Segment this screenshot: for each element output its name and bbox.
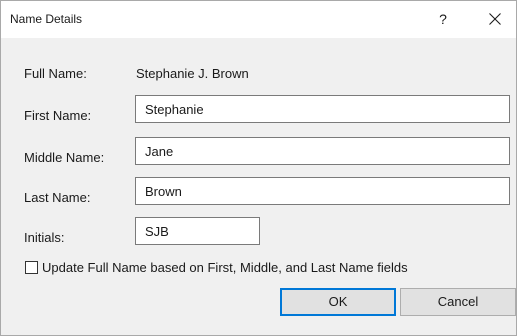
close-icon <box>489 13 501 25</box>
first-name-field[interactable] <box>135 95 510 123</box>
initials-label: Initials: <box>24 230 65 245</box>
initials-field[interactable] <box>135 217 260 245</box>
last-name-field[interactable] <box>135 177 510 205</box>
title-bar: Name Details ? <box>1 1 516 38</box>
first-name-label: First Name: <box>24 108 92 123</box>
dialog-title: Name Details <box>10 12 83 26</box>
last-name-label: Last Name: <box>24 190 91 205</box>
full-name-label: Full Name: <box>24 66 87 81</box>
update-full-name-label[interactable]: Update Full Name based on First, Middle,… <box>42 260 408 275</box>
middle-name-label: Middle Name: <box>24 150 105 165</box>
close-button[interactable] <box>475 5 515 33</box>
update-full-name-checkbox[interactable] <box>25 261 38 274</box>
middle-name-field[interactable] <box>135 137 510 165</box>
name-details-dialog: Name Details ? Full Name: Stephanie J. B… <box>0 0 517 336</box>
ok-button[interactable]: OK <box>280 288 396 316</box>
help-button[interactable]: ? <box>432 8 454 30</box>
cancel-button[interactable]: Cancel <box>400 288 516 316</box>
full-name-value: Stephanie J. Brown <box>136 66 249 81</box>
